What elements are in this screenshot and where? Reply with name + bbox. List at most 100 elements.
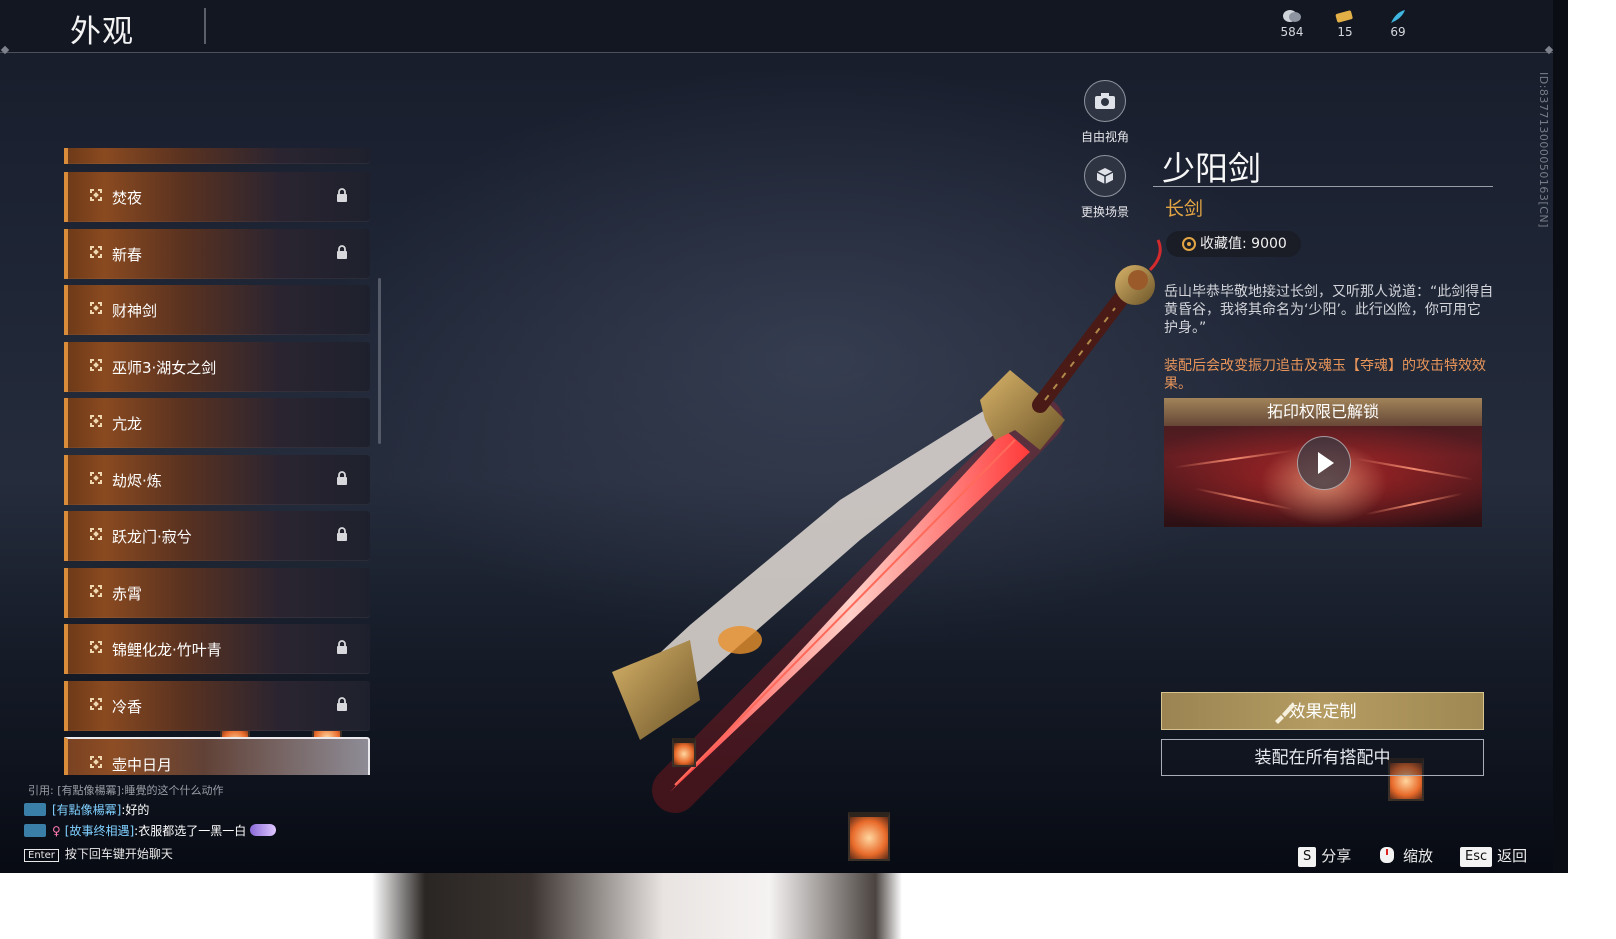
- appearance-icon: [90, 528, 102, 540]
- list-item-label: 巫师3·湖女之剑: [112, 358, 217, 377]
- video-title: 拓印权限已解锁: [1164, 398, 1482, 426]
- chat-prompt-text: 按下回车键开始聊天: [64, 847, 173, 861]
- list-item-label: 赤霄: [112, 584, 143, 603]
- list-item[interactable]: 跃龙门·寂兮: [64, 511, 370, 561]
- cube-icon: [1084, 155, 1126, 197]
- chat-channel-icon: [24, 803, 46, 816]
- lock-icon: [337, 244, 347, 259]
- list-item[interactable]: 赤霄: [64, 567, 370, 618]
- chat-text: :好的: [121, 803, 150, 817]
- list-scrollbar[interactable]: [378, 278, 381, 444]
- equip-effect-note: 装配后会改变振刀追击及魂玉【夺魂】的攻击特效效果。: [1164, 358, 1486, 392]
- currency-tickets[interactable]: 15: [1325, 8, 1365, 39]
- chat-channel-icon: [24, 824, 46, 837]
- back-label: 返回: [1497, 847, 1528, 865]
- appearance-icon: [90, 641, 102, 653]
- change-scene-button[interactable]: 更换场景: [1075, 155, 1135, 220]
- currency-coins[interactable]: 584: [1272, 8, 1312, 39]
- list-item[interactable]: 财神剑: [64, 285, 370, 335]
- appearance-icon: [90, 584, 102, 597]
- coins-count: 584: [1280, 25, 1304, 39]
- chat-input-prompt[interactable]: Enter 按下回车键开始聊天: [24, 845, 173, 862]
- appearance-icon: [90, 189, 102, 201]
- weapon-description: 岳山毕恭毕敬地接过长剑，又听那人说道：“此剑得自黄昏谷，我将其命名为‘少阳’。此…: [1164, 284, 1494, 336]
- list-item-label: 冷香: [112, 697, 143, 716]
- top-bar: 外观 584 15 69: [0, 0, 1553, 53]
- window-edge: [1553, 0, 1568, 873]
- lock-icon: [337, 470, 347, 485]
- back-key: Esc: [1460, 847, 1493, 867]
- appearance-icon: [90, 697, 102, 710]
- female-icon: ♀: [52, 824, 61, 838]
- list-item[interactable]: 亢龙: [64, 398, 370, 448]
- chat-quote: 引用: [有點像楊冪]:睡覺的这个什么动作: [28, 784, 224, 797]
- effect-preview-video[interactable]: 拓印权限已解锁: [1164, 398, 1482, 527]
- list-item[interactable]: 巫师3·湖女之剑: [64, 341, 370, 392]
- customize-label: 效果定制: [1288, 702, 1357, 722]
- list-item[interactable]: 壶中日月: [64, 737, 370, 775]
- collection-value-badge: 收藏值: 9000: [1166, 231, 1301, 257]
- list-item[interactable]: 冷香: [64, 680, 370, 731]
- back-hint[interactable]: Esc 返回: [1460, 845, 1527, 867]
- title-divider: [204, 8, 206, 44]
- list-item[interactable]: [64, 148, 370, 164]
- list-item-label: 新春: [112, 245, 143, 264]
- chat-message[interactable]: ♀ [故事终相遇]:衣服都选了一黑一白: [24, 822, 277, 839]
- appearance-icon: [90, 358, 102, 371]
- lantern-decoration: [848, 812, 890, 861]
- tickets-count: 15: [1337, 25, 1353, 39]
- list-item[interactable]: 焚夜: [64, 172, 370, 222]
- customize-effect-button[interactable]: 效果定制: [1161, 692, 1484, 730]
- list-item-label: 焚夜: [112, 189, 143, 207]
- chat-sender[interactable]: [故事终相遇]: [65, 824, 134, 838]
- zoom-label: 缩放: [1403, 847, 1434, 865]
- chat-text: :衣服都选了一黑一白: [134, 824, 247, 838]
- list-item-label: 锦鲤化龙·竹叶青: [112, 641, 222, 659]
- free-view-button[interactable]: 自由视角: [1075, 80, 1135, 145]
- lantern-decoration: [672, 738, 696, 767]
- lock-icon: [337, 696, 347, 711]
- list-item-label: 跃龙门·寂兮: [112, 528, 192, 546]
- camera-icon: [1084, 80, 1126, 122]
- list-item-label: 财神剑: [112, 302, 158, 320]
- appearance-icon: [90, 245, 102, 258]
- equip-all-button[interactable]: 装配在所有搭配中: [1161, 739, 1484, 776]
- video-streak: [1354, 457, 1474, 481]
- list-item-label: 壶中日月: [112, 756, 173, 774]
- flower-emote-icon: [250, 824, 277, 836]
- appearance-icon: [90, 756, 102, 768]
- share-key: S: [1298, 847, 1317, 867]
- video-streak: [1194, 487, 1294, 511]
- play-icon[interactable]: [1297, 436, 1351, 490]
- appearance-list[interactable]: 焚夜新春财神剑巫师3·湖女之剑 亢龙劫烬·炼跃龙门·寂兮 赤霄锦鲤化龙·竹叶青 冷香壶…: [64, 148, 374, 775]
- list-item[interactable]: 锦鲤化龙·竹叶青: [64, 624, 370, 674]
- share-hint[interactable]: S 分享: [1298, 845, 1351, 867]
- lock-icon: [337, 527, 347, 541]
- equip-label: 装配在所有搭配中: [1254, 748, 1391, 768]
- ticket-icon: [1335, 10, 1353, 23]
- list-item[interactable]: 劫烬·炼: [64, 454, 370, 505]
- name-underline: [1153, 186, 1493, 187]
- free-view-label: 自由视角: [1080, 130, 1129, 144]
- background-photo-fragment: [372, 873, 902, 939]
- video-streak: [1364, 492, 1464, 516]
- share-label: 分享: [1321, 847, 1352, 865]
- lock-icon: [337, 640, 347, 654]
- coins-icon: [1283, 10, 1301, 22]
- currency-feathers[interactable]: 69: [1378, 8, 1418, 39]
- brush-icon: [1275, 703, 1295, 724]
- mouse-icon: [1380, 847, 1394, 863]
- player-id: ID:837713000050163[CN]: [1537, 72, 1550, 228]
- appearance-icon: [90, 471, 102, 484]
- chat-sender[interactable]: [有點像楊冪]: [52, 803, 121, 817]
- appearance-icon: [90, 302, 102, 314]
- weapon-name: 少阳剑: [1162, 149, 1261, 188]
- list-item-label: 亢龙: [112, 415, 143, 433]
- chat-message[interactable]: [有點像楊冪]:好的: [24, 801, 149, 818]
- collection-value: 收藏值: 9000: [1200, 236, 1287, 252]
- zoom-hint[interactable]: 缩放: [1376, 845, 1433, 866]
- feather-icon: [1391, 10, 1405, 23]
- list-item-label: 劫烬·炼: [112, 471, 162, 490]
- spiral-icon: [1182, 237, 1196, 251]
- list-item[interactable]: 新春: [64, 228, 370, 279]
